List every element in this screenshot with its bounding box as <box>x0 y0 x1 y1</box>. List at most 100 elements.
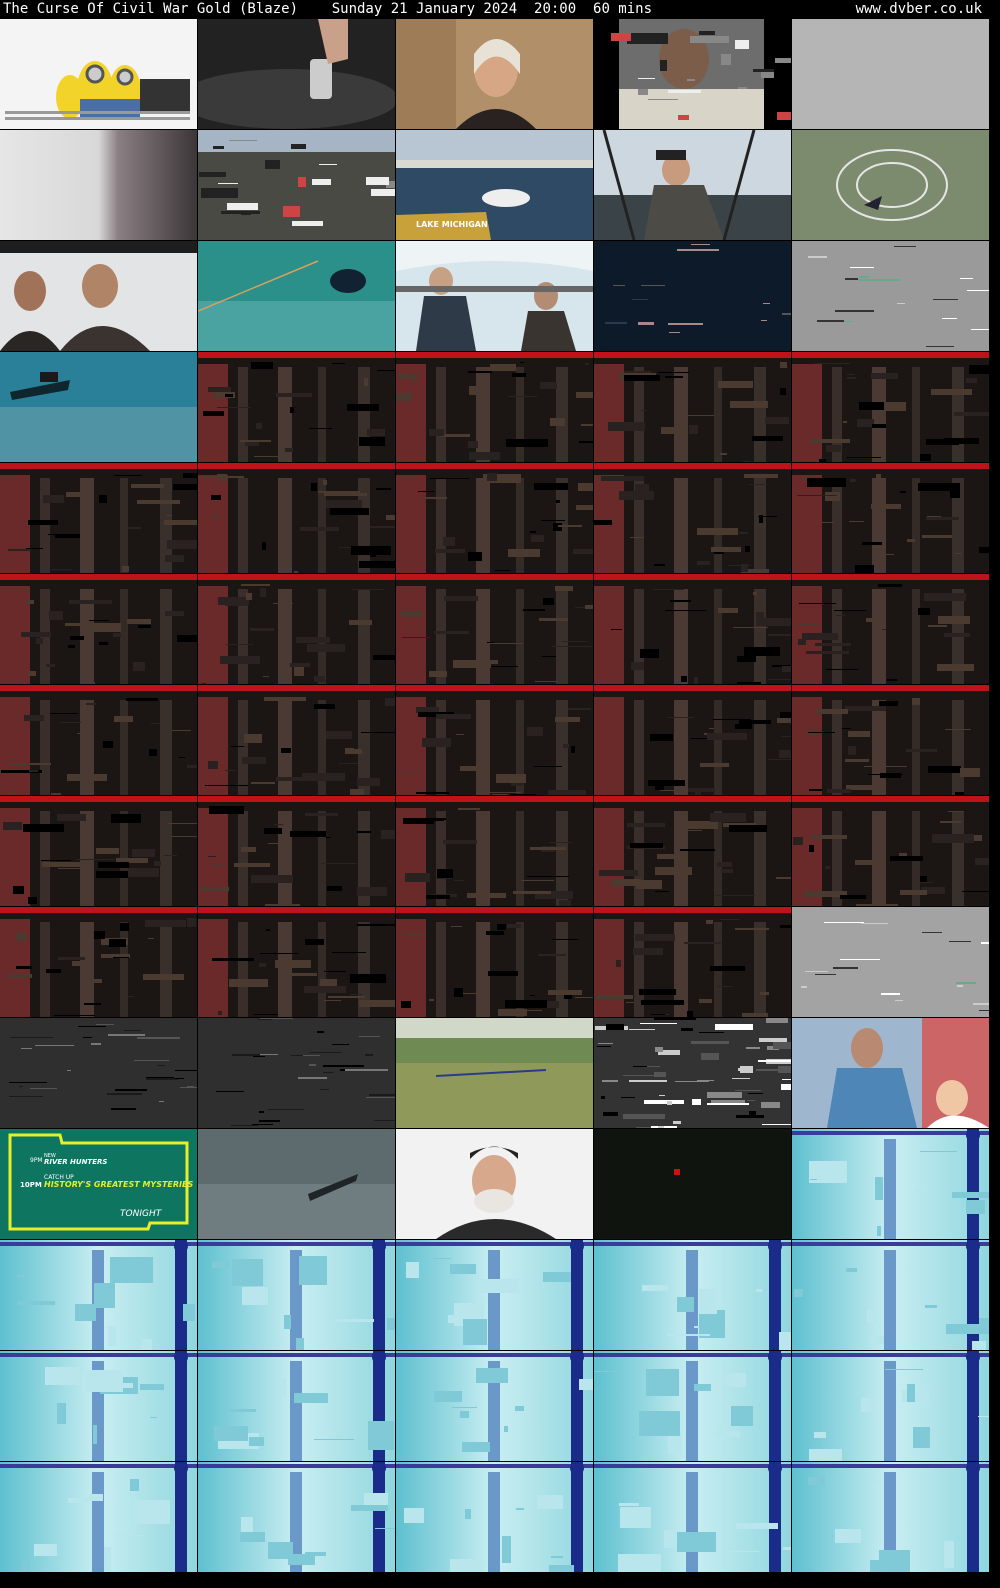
frame-image <box>792 1240 989 1350</box>
thumbnail-red-dark[interactable] <box>792 685 989 795</box>
site-link[interactable]: www.dvber.co.uk <box>856 0 982 19</box>
thumbnail-red-dark[interactable] <box>198 574 395 684</box>
thumbnail-red-dark[interactable] <box>198 907 395 1017</box>
thumbnail-hospital[interactable] <box>792 1018 989 1128</box>
thumbnail-cyan-pattern[interactable] <box>396 1462 593 1572</box>
thumbnail-cyan-pattern[interactable] <box>0 1240 197 1350</box>
thumbnail-red-dark[interactable] <box>0 796 197 906</box>
thumbnail-cyan-pattern[interactable] <box>792 1240 989 1350</box>
frame-image <box>792 463 989 573</box>
thumbnail-red-dark[interactable] <box>396 463 593 573</box>
thumbnail-grey-glitch2[interactable] <box>792 907 989 1017</box>
thumbnail-diver-blue[interactable] <box>0 352 197 462</box>
thumbnail-boat-man[interactable] <box>594 130 791 240</box>
frame-image <box>594 463 791 573</box>
thumbnail-dark-lines[interactable] <box>0 1018 197 1128</box>
thumbnail-red-dark[interactable] <box>198 796 395 906</box>
thumbnail-cyan-pattern[interactable] <box>198 1240 395 1350</box>
frame-image <box>594 907 791 1017</box>
frame-image <box>792 130 989 240</box>
frame-image <box>792 685 989 795</box>
thumbnail-red-dark[interactable] <box>396 574 593 684</box>
frame-image <box>396 1018 593 1128</box>
frame-image <box>396 19 593 129</box>
thumbnail-cyan-pattern[interactable] <box>198 1462 395 1572</box>
thumbnail-lake-michigan[interactable]: LAKE MICHIGAN <box>396 130 593 240</box>
frame-image <box>0 1240 197 1350</box>
frame-image <box>396 463 593 573</box>
thumbnail-red-dark[interactable] <box>0 685 197 795</box>
thumbnail-dark-lines[interactable] <box>198 1018 395 1128</box>
thumbnail-diver-grey[interactable] <box>198 1129 395 1239</box>
thumbnail-cyan-pattern[interactable] <box>594 1351 791 1461</box>
thumbnail-grey-glitch[interactable] <box>792 241 989 351</box>
thumbnail-red-dark[interactable] <box>0 907 197 1017</box>
thumbnail-cyan-pattern[interactable] <box>396 1351 593 1461</box>
frame-image <box>0 685 197 795</box>
thumbnail-dark-glitch[interactable] <box>594 241 791 351</box>
thumbnail-red-dark[interactable] <box>792 352 989 462</box>
frame-image <box>198 130 395 240</box>
thumbnail-red-dark[interactable] <box>198 463 395 573</box>
thumbnail-ad-minions[interactable] <box>0 19 197 129</box>
frame-image <box>198 1129 395 1239</box>
thumbnail-red-dark[interactable] <box>396 352 593 462</box>
frame-image <box>792 1462 989 1572</box>
thumbnail-red-dark[interactable] <box>396 685 593 795</box>
thumbnail-promo[interactable]: 9PM NEW RIVER HUNTERS CATCH UP 10PM HISTORY'S… <box>0 1129 197 1239</box>
thumbnail-red-dark[interactable] <box>198 352 395 462</box>
thumbnail-grey[interactable] <box>792 19 989 129</box>
thumbnail-cyan-pattern[interactable] <box>792 1462 989 1572</box>
thumbnail-noise[interactable] <box>594 1018 791 1128</box>
thumbnail-red-dark[interactable] <box>792 574 989 684</box>
thumbnail-red-dark[interactable] <box>594 907 791 1017</box>
frame-image <box>0 1018 197 1128</box>
frame-image <box>396 1351 593 1461</box>
thumbnail-red-dark[interactable] <box>198 685 395 795</box>
thumbnail-red-dark[interactable] <box>0 463 197 573</box>
frame-image <box>396 241 593 351</box>
thumbnail-glitch-man[interactable] <box>594 19 791 129</box>
thumbnail-dark-hand[interactable] <box>198 19 395 129</box>
thumbnail-cyan-pattern[interactable] <box>0 1351 197 1461</box>
frame-image <box>396 796 593 906</box>
thumbnail-red-dark[interactable] <box>792 796 989 906</box>
thumbnail-underwater-teal[interactable] <box>198 241 395 351</box>
thumbnail-cyan-pattern[interactable] <box>792 1351 989 1461</box>
thumbnail-green-field[interactable] <box>396 1018 593 1128</box>
thumbnail-red-dark[interactable] <box>396 907 593 1017</box>
thumbnail-glitch-boat[interactable] <box>396 241 593 351</box>
frame-image <box>0 1351 197 1461</box>
frame-image <box>594 1018 791 1128</box>
thumbnail-red-dark[interactable] <box>594 796 791 906</box>
frame-image <box>198 1462 395 1572</box>
thumbnail-grey-fade[interactable] <box>0 130 197 240</box>
frame-image <box>792 796 989 906</box>
promo-time-10pm: 10PM <box>20 1181 42 1189</box>
thumbnail-cyan-pattern[interactable] <box>198 1351 395 1461</box>
page-header: The Curse Of Civil War Gold (Blaze) Sund… <box>0 0 1000 19</box>
thumbnail-cyan-pattern[interactable] <box>792 1129 989 1239</box>
thumbnail-underwater-rings[interactable] <box>792 130 989 240</box>
thumbnail-red-dark[interactable] <box>594 685 791 795</box>
thumbnail-dark-forest[interactable] <box>594 1129 791 1239</box>
frame-image <box>198 1351 395 1461</box>
thumbnail-red-dark[interactable] <box>594 574 791 684</box>
frame-image <box>594 796 791 906</box>
frame-image <box>198 796 395 906</box>
thumbnail-two-men[interactable] <box>0 241 197 351</box>
thumbnail-glitch-coast[interactable] <box>198 130 395 240</box>
thumbnail-old-man[interactable] <box>396 1129 593 1239</box>
thumbnail-red-dark[interactable] <box>594 352 791 462</box>
thumbnail-cyan-pattern[interactable] <box>594 1462 791 1572</box>
thumbnail-cyan-pattern[interactable] <box>0 1462 197 1572</box>
thumbnail-red-dark[interactable] <box>396 796 593 906</box>
thumbnail-woman[interactable] <box>396 19 593 129</box>
thumbnail-cyan-pattern[interactable] <box>396 1240 593 1350</box>
frame-image <box>792 19 989 129</box>
frame-image <box>0 19 197 129</box>
thumbnail-red-dark[interactable] <box>792 463 989 573</box>
thumbnail-cyan-pattern[interactable] <box>594 1240 791 1350</box>
thumbnail-red-dark[interactable] <box>594 463 791 573</box>
thumbnail-red-dark[interactable] <box>0 574 197 684</box>
